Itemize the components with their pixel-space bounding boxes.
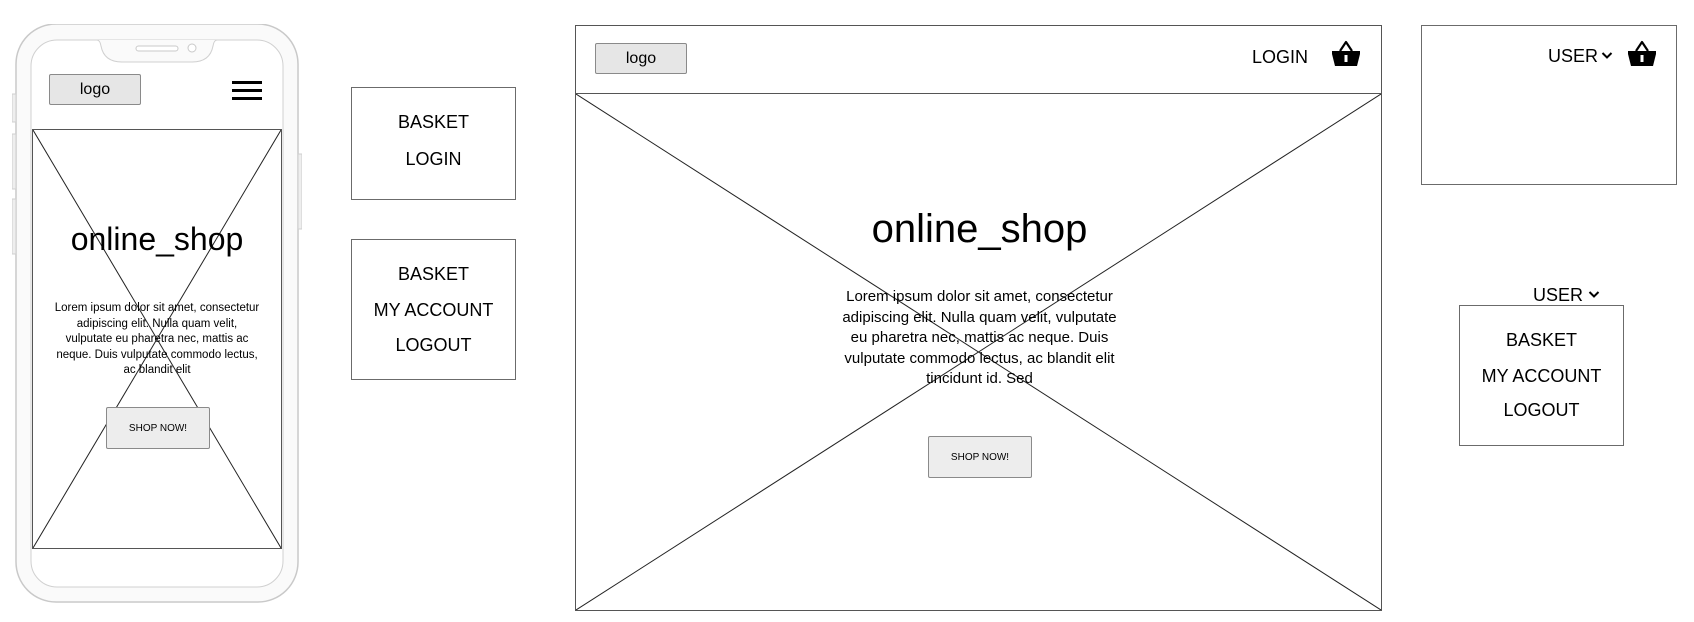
menu-item-logout[interactable]: LOGOUT: [352, 335, 515, 356]
chevron-down-icon[interactable]: [1588, 290, 1600, 299]
menu-item-my-account[interactable]: MY ACCOUNT: [352, 300, 515, 321]
mobile-title: online_shop: [70, 221, 244, 257]
dropdown-user-label[interactable]: USER: [1533, 285, 1583, 306]
mobile-menu-logged-out: BASKET LOGIN: [351, 87, 516, 200]
desktop-user-header: USER: [1421, 25, 1677, 185]
mobile-menu-logged-in: BASKET MY ACCOUNT LOGOUT: [351, 239, 516, 380]
mobile-wireframe: logo online_shop Lorem ipsum dolor sit a…: [12, 24, 302, 604]
desktop-user-dropdown: BASKET MY ACCOUNT LOGOUT: [1459, 305, 1624, 446]
desktop-body-text: Lorem ipsum dolor sit amet, consectetur …: [842, 288, 1117, 387]
menu-item-basket[interactable]: BASKET: [352, 112, 515, 133]
chevron-down-icon[interactable]: [1601, 51, 1613, 60]
menu-item-logout[interactable]: LOGOUT: [1460, 400, 1623, 421]
desktop-title: online_shop: [871, 207, 1088, 251]
desktop-shop-now-button[interactable]: SHOP NOW!: [928, 436, 1032, 478]
desktop-login-link[interactable]: LOGIN: [1252, 47, 1308, 68]
menu-item-my-account[interactable]: MY ACCOUNT: [1460, 366, 1623, 387]
menu-item-basket[interactable]: BASKET: [1460, 330, 1623, 351]
menu-item-login[interactable]: LOGIN: [352, 149, 515, 170]
mobile-body-text: Lorem ipsum dolor sit amet, consectetur …: [54, 302, 260, 376]
desktop-hero-image: online_shop Lorem ipsum dolor sit amet, …: [575, 93, 1382, 611]
desktop-header: logo LOGIN: [575, 25, 1382, 94]
basket-icon[interactable]: [1627, 40, 1657, 68]
hamburger-icon[interactable]: [232, 80, 262, 102]
user-menu-label[interactable]: USER: [1548, 46, 1598, 67]
mobile-shop-now-button[interactable]: SHOP NOW!: [106, 407, 210, 449]
mobile-logo[interactable]: logo: [49, 74, 141, 105]
basket-icon[interactable]: [1331, 40, 1361, 68]
menu-item-basket[interactable]: BASKET: [352, 264, 515, 285]
desktop-logo[interactable]: logo: [595, 43, 687, 74]
